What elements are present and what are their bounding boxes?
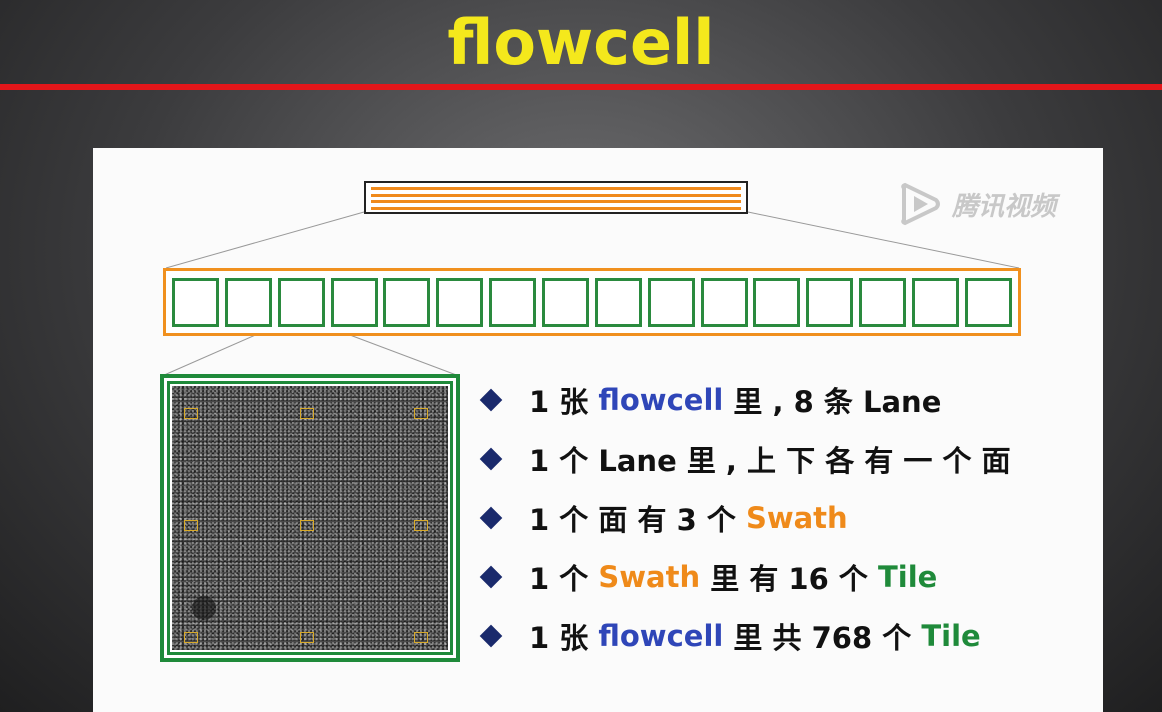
tile-box	[489, 277, 537, 327]
bullet-item: 1 张 flowcell 里 , 8 条 Lane	[478, 370, 1078, 429]
bullet-text: flowcell	[598, 382, 724, 417]
bullet-text: Swath	[745, 500, 848, 535]
diamond-bullet-icon	[479, 447, 503, 470]
tile-box	[383, 277, 431, 327]
bullet-text: 里 有 16 个	[700, 561, 878, 596]
diamond-bullet-icon	[479, 388, 503, 411]
tile-box	[436, 277, 484, 327]
tile-box	[647, 277, 695, 327]
diamond-bullet-icon	[479, 624, 503, 647]
play-icon	[901, 182, 940, 226]
bullet-item: 1 个 Lane 里 , 上 下 各 有 一 个 面	[478, 429, 1078, 488]
fiducial-marker	[300, 520, 314, 531]
lane-stripe	[371, 187, 741, 190]
bullet-item: 1 个 Swath 里 有 16 个 Tile	[478, 547, 1078, 606]
bullet-text: 里 , 8 条 Lane	[723, 384, 942, 419]
fiducial-marker	[300, 632, 314, 643]
tile-box	[964, 277, 1012, 327]
bullet-text: 1 个 Lane 里 , 上 下 各 有 一 个 面	[529, 443, 1011, 478]
tile-box	[330, 277, 378, 327]
bullet-item: 1 个 面 有 3 个 Swath	[478, 488, 1078, 547]
fiducial-marker	[414, 520, 428, 531]
fiducial-marker	[300, 408, 314, 419]
title-rule	[0, 84, 1162, 90]
tile-box	[594, 277, 642, 327]
watermark-text: 腾讯视频	[952, 191, 1057, 222]
bullet-text: 1 张	[529, 384, 599, 419]
bullet-text: 1 张	[529, 620, 599, 655]
fiducial-marker	[414, 408, 428, 419]
tile-image	[172, 386, 448, 650]
tile-box	[700, 277, 748, 327]
lane-stripe	[371, 206, 741, 210]
lane-strip	[163, 268, 1021, 336]
fiducial-marker	[184, 632, 198, 643]
lane-stripe	[371, 200, 741, 203]
bullet-text: 1 个	[529, 561, 599, 596]
fiducial-marker	[184, 520, 198, 531]
bullet-text: 1 个 面 有 3 个	[529, 502, 746, 537]
bullet-text: Swath	[598, 559, 701, 594]
bullet-text: flowcell	[598, 618, 724, 653]
tile-box	[542, 277, 590, 327]
tile-box	[912, 277, 960, 327]
bullet-list: 1 张 flowcell 里 , 8 条 Lane 1 个 Lane 里 , 上 …	[478, 370, 1078, 665]
tile-box	[224, 277, 272, 327]
flowcell-diagram	[364, 181, 748, 214]
diamond-bullet-icon	[479, 506, 503, 529]
watermark-logo: 腾讯视频	[898, 182, 1056, 226]
tile-box	[753, 277, 801, 327]
fiducial-marker	[184, 408, 198, 419]
slide-title: flowcell	[447, 5, 715, 79]
tile-box	[859, 277, 907, 327]
tile-box	[172, 277, 219, 327]
fiducial-marker	[414, 632, 428, 643]
lane-stripe	[371, 193, 741, 197]
diamond-bullet-icon	[479, 565, 503, 588]
bullet-text: Tile	[877, 559, 938, 594]
bullet-item: 1 张 flowcell 里 共 768 个 Tile	[478, 606, 1078, 665]
bullet-text: 里 共 768 个	[723, 620, 922, 655]
bullet-text: Tile	[921, 618, 981, 653]
tile-image-frame	[160, 374, 460, 662]
tile-box	[806, 277, 854, 327]
tile-box	[277, 277, 325, 327]
